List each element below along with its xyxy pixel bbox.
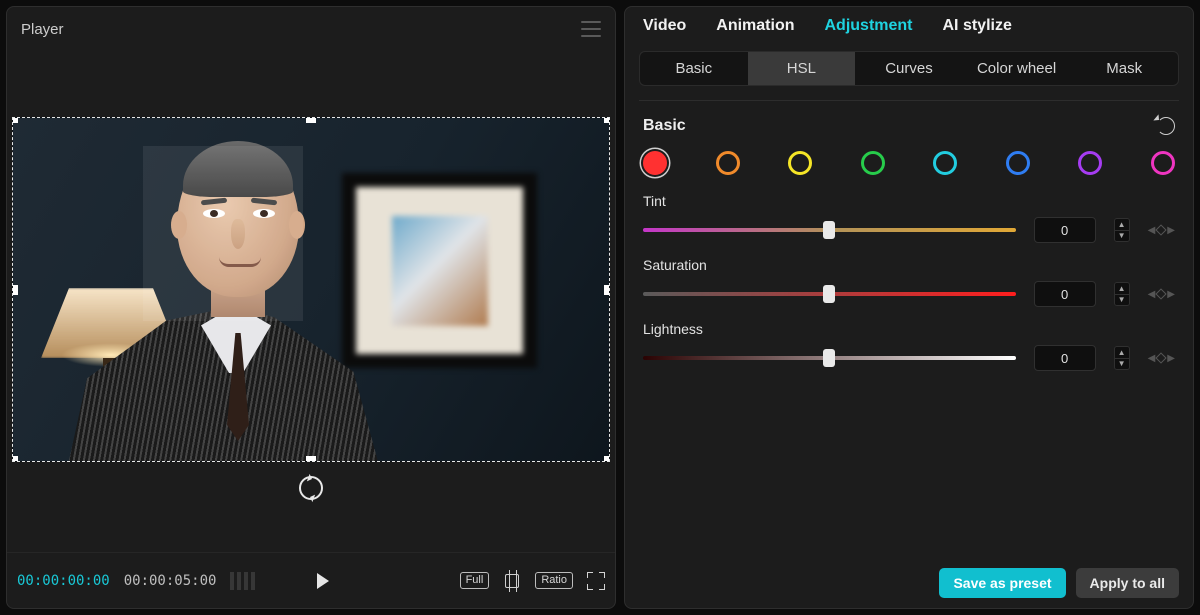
preview-image [13,118,609,461]
swatch-red[interactable] [643,151,667,175]
ratio-button[interactable]: Ratio [535,572,573,589]
next-keyframe-icon[interactable]: ▶ [1167,225,1175,236]
next-keyframe-icon[interactable]: ▶ [1167,289,1175,300]
inspector-tabs: Video Animation Adjustment AI stylize [625,7,1193,43]
timecode-duration: 00:00:05:00 [124,573,217,589]
preview-canvas[interactable] [12,117,610,462]
adjustment-subtabs: Basic HSL Curves Color wheel Mask [639,51,1179,86]
full-button[interactable]: Full [460,572,490,589]
resize-handle[interactable] [306,456,316,462]
color-swatch-row [625,143,1193,189]
resize-handle[interactable] [12,456,18,462]
swatch-green[interactable] [861,151,885,175]
slider-lightness: Lightness ▲▼ ◀▶ [625,317,1193,381]
resize-handle[interactable] [604,456,610,462]
subtab-basic[interactable]: Basic [640,52,748,85]
add-keyframe-icon[interactable] [1156,224,1167,235]
subtab-mask[interactable]: Mask [1070,52,1178,85]
slider-value-input[interactable] [1034,281,1096,307]
prev-keyframe-icon[interactable]: ◀ [1148,225,1156,236]
slider-tint: Tint ▲▼ ◀▶ [625,189,1193,253]
fullscreen-icon[interactable] [587,572,605,590]
loop-icon[interactable] [299,476,323,500]
tab-animation[interactable]: Animation [716,17,794,35]
player-panel: Player [6,6,616,609]
crop-icon[interactable] [503,572,521,590]
subtab-hsl[interactable]: HSL [748,52,856,85]
save-preset-button[interactable]: Save as preset [939,568,1065,598]
step-up-icon[interactable]: ▲ [1115,283,1129,295]
play-button[interactable] [317,573,329,589]
slider-thumb[interactable] [823,285,835,303]
add-keyframe-icon[interactable] [1156,352,1167,363]
preview-area [7,51,615,552]
swatch-cyan[interactable] [933,151,957,175]
slider-stepper[interactable]: ▲▼ [1114,282,1130,306]
tab-adjustment[interactable]: Adjustment [825,17,913,35]
step-up-icon[interactable]: ▲ [1115,219,1129,231]
hsl-section-header: Basic [625,101,1193,143]
step-down-icon[interactable]: ▼ [1115,295,1129,306]
reset-icon[interactable] [1157,117,1175,135]
slider-track[interactable] [643,292,1016,296]
mask-overlay[interactable] [143,146,303,321]
swatch-magenta[interactable] [1151,151,1175,175]
player-title: Player [21,21,64,38]
resize-handle[interactable] [12,117,18,123]
subtab-color-wheel[interactable]: Color wheel [963,52,1071,85]
step-up-icon[interactable]: ▲ [1115,347,1129,359]
resize-handle[interactable] [604,117,610,123]
transport-bar: 00:00:00:00 00:00:05:00 Full Ratio [7,552,615,608]
player-header: Player [7,7,615,51]
slider-track[interactable] [643,356,1016,360]
slider-stepper[interactable]: ▲▼ [1114,346,1130,370]
swatch-orange[interactable] [716,151,740,175]
inspector-panel: Video Animation Adjustment AI stylize Ba… [624,6,1194,609]
timecode-current[interactable]: 00:00:00:00 [17,573,110,589]
step-down-icon[interactable]: ▼ [1115,359,1129,370]
step-down-icon[interactable]: ▼ [1115,231,1129,242]
tab-video[interactable]: Video [643,17,686,35]
slider-thumb[interactable] [823,221,835,239]
inspector-footer: Save as preset Apply to all [939,568,1179,598]
slider-saturation: Saturation ▲▼ ◀▶ [625,253,1193,317]
next-keyframe-icon[interactable]: ▶ [1167,353,1175,364]
resize-handle[interactable] [12,285,18,295]
hsl-section-title: Basic [643,117,686,135]
tab-ai-stylize[interactable]: AI stylize [943,17,1012,35]
apply-all-button[interactable]: Apply to all [1076,568,1179,598]
resize-handle[interactable] [306,117,316,123]
subtab-curves[interactable]: Curves [855,52,963,85]
slider-label: Tint [643,193,1175,209]
slider-thumb[interactable] [823,349,835,367]
slider-value-input[interactable] [1034,345,1096,371]
keyframe-controls: ◀▶ [1148,289,1175,300]
slider-track[interactable] [643,228,1016,232]
prev-keyframe-icon[interactable]: ◀ [1148,353,1156,364]
resize-handle[interactable] [604,285,610,295]
slider-label: Saturation [643,257,1175,273]
columns-icon[interactable] [230,572,255,590]
swatch-purple[interactable] [1078,151,1102,175]
slider-stepper[interactable]: ▲▼ [1114,218,1130,242]
swatch-blue[interactable] [1006,151,1030,175]
keyframe-controls: ◀▶ [1148,353,1175,364]
slider-label: Lightness [643,321,1175,337]
slider-value-input[interactable] [1034,217,1096,243]
add-keyframe-icon[interactable] [1156,288,1167,299]
swatch-yellow[interactable] [788,151,812,175]
keyframe-controls: ◀▶ [1148,225,1175,236]
prev-keyframe-icon[interactable]: ◀ [1148,289,1156,300]
player-menu-icon[interactable] [581,21,601,37]
